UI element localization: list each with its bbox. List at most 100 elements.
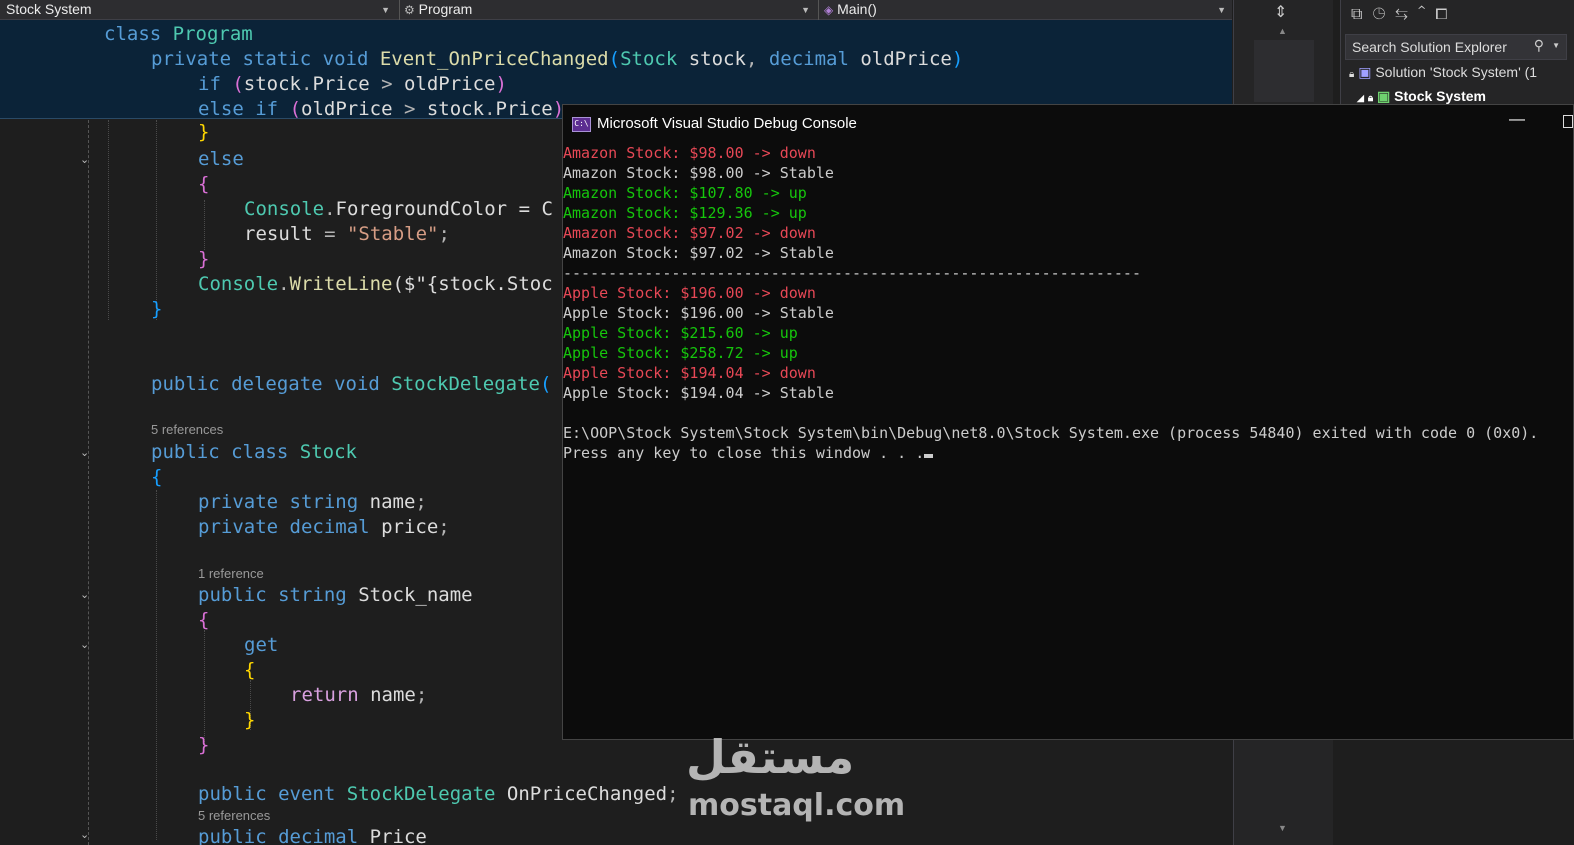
identifier: stock (426, 98, 485, 120)
keyword: private (151, 48, 232, 70)
keyword: decimal (768, 48, 849, 70)
switch-views-icon[interactable]: ⧉ (1351, 6, 1372, 23)
code-line[interactable]: { (151, 465, 162, 490)
keyword: string (278, 584, 347, 606)
fold-chevron-icon[interactable]: ⌄ (80, 446, 89, 459)
class-dropdown[interactable]: ⚙ Program ▼ (404, 0, 816, 20)
chevron-down-icon[interactable]: ▼ (1552, 41, 1560, 50)
history-icon[interactable]: ◷ (1372, 6, 1395, 23)
console-line: Apple Stock: $258.72 -> up (563, 344, 798, 362)
search-solution-input[interactable]: Search Solution Explorer (1352, 39, 1507, 55)
indent-guide (204, 630, 205, 748)
keyword: get (244, 634, 279, 656)
chevron-down-icon: ▼ (801, 5, 810, 15)
collapse-icon[interactable]: ⌃ (1418, 6, 1436, 23)
code-line[interactable]: else (198, 147, 244, 172)
code-line[interactable]: public string Stock_name (198, 583, 473, 608)
project-node[interactable]: ◢ 🔒︎ ▣ Stock System (1357, 88, 1486, 105)
code-line[interactable]: public delegate void StockDelegate( (151, 372, 551, 397)
paren: ( (289, 98, 302, 120)
identifier: oldPrice (301, 98, 393, 120)
console-titlebar[interactable]: C:\ Microsoft Visual Studio Debug Consol… (563, 105, 1573, 143)
code-line[interactable]: } (151, 297, 162, 322)
code-line[interactable]: private string name; (198, 490, 427, 515)
fold-chevron-icon[interactable]: ⌄ (80, 588, 89, 601)
code-line[interactable]: } (198, 247, 209, 272)
solution-node[interactable]: 🔒︎ ▣ Solution 'Stock System' (1 (1349, 64, 1537, 81)
code-line[interactable]: get (244, 633, 278, 658)
minimize-icon[interactable]: — (1509, 111, 1525, 129)
split-editor-icon[interactable]: ⇕ (1274, 2, 1287, 22)
lock-icon: 🔒︎ (1349, 69, 1355, 80)
debug-console-window[interactable]: C:\ Microsoft Visual Studio Debug Consol… (562, 104, 1574, 740)
member-dropdown[interactable]: ◈ Main() ▼ (824, 0, 1232, 20)
copy-icon[interactable]: ⧠ (1435, 6, 1457, 23)
keyword: private (198, 516, 279, 538)
brace: { (151, 466, 163, 488)
scroll-up-icon[interactable]: ▲ (1278, 26, 1287, 36)
keyword: if (198, 73, 221, 95)
sticky-line-else-if[interactable]: else if (oldPrice > stock.Price) (198, 97, 564, 122)
indent-guide (156, 490, 157, 840)
minimap-viewport[interactable] (1254, 40, 1314, 102)
console-icon: C:\ (572, 117, 591, 132)
console-line: E:\OOP\Stock System\Stock System\bin\Deb… (563, 424, 1539, 442)
code-line[interactable]: { (198, 172, 209, 197)
keyword: public (198, 826, 267, 845)
keyword: void (322, 48, 369, 70)
type-name: StockDelegate (391, 373, 540, 395)
sync-icon[interactable]: ⇆ (1395, 6, 1418, 23)
fold-chevron-icon[interactable]: ⌄ (80, 828, 89, 841)
fold-chevron-icon[interactable]: ⌄ (80, 153, 89, 166)
brace: } (198, 121, 210, 143)
code-line[interactable]: public class Stock (151, 440, 357, 465)
code-line[interactable]: return name; (290, 683, 427, 708)
scroll-down-icon[interactable]: ▼ (1278, 823, 1287, 833)
code-fragment: = C (507, 198, 553, 220)
paren: ) (495, 73, 507, 95)
code-line[interactable]: result = "Stable"; (244, 222, 450, 247)
project-label: Stock System (1394, 88, 1486, 104)
member-dropdown-label: Main() (837, 1, 877, 17)
project-dropdown[interactable]: Stock System ▼ (0, 0, 396, 20)
fold-chevron-icon[interactable]: ⌄ (80, 638, 89, 651)
type-name: Stock (299, 441, 357, 463)
codelens-references[interactable]: 1 reference (198, 566, 264, 581)
punctuation: . (484, 98, 496, 120)
identifier: Stock_name (358, 584, 473, 606)
method-icon: ◈ (824, 3, 834, 17)
code-line[interactable]: Console.WriteLine($"{stock.Stoc (198, 272, 553, 297)
identifier: oldPrice (403, 73, 496, 95)
brace: } (244, 709, 256, 731)
search-icon[interactable]: ⚲ (1534, 37, 1544, 54)
punctuation: ; (438, 223, 450, 245)
paren: ) (951, 48, 964, 70)
sticky-line-if[interactable]: if (stock.Price > oldPrice) (198, 72, 507, 97)
code-line[interactable]: { (198, 608, 209, 633)
solution-search-box[interactable]: Search Solution Explorer ⚲ ▼ (1345, 34, 1567, 60)
code-line[interactable]: { (244, 658, 255, 683)
code-line[interactable]: public decimal Price (198, 825, 427, 845)
codelens-references[interactable]: 5 references (151, 422, 223, 437)
code-line[interactable]: public event StockDelegate OnPriceChange… (198, 782, 679, 807)
keyword: if (255, 98, 279, 120)
sticky-line-class[interactable]: class Program (104, 22, 253, 47)
expand-icon[interactable]: ◢ (1357, 93, 1364, 103)
keyword: else (198, 98, 244, 120)
console-line: Amazon Stock: $98.00 -> down (563, 144, 816, 162)
console-line: Amazon Stock: $98.00 -> Stable (563, 164, 834, 182)
sticky-line-method[interactable]: private static void Event_OnPriceChanged… (151, 47, 963, 72)
brace: } (198, 734, 210, 756)
code-line[interactable]: } (198, 120, 209, 145)
nav-divider (399, 0, 400, 20)
maximize-icon[interactable] (1563, 115, 1573, 128)
code-line[interactable]: } (244, 708, 255, 733)
code-line[interactable]: Console.ForegroundColor = C (244, 197, 553, 222)
console-line: Apple Stock: $215.60 -> up (563, 324, 798, 342)
code-line[interactable]: } (198, 733, 209, 758)
brace: { (198, 173, 210, 195)
csharp-project-icon: ▣ (1377, 88, 1391, 104)
codelens-references[interactable]: 5 references (198, 808, 270, 823)
type-name: Console (244, 198, 325, 220)
code-line[interactable]: private decimal price; (198, 515, 450, 540)
